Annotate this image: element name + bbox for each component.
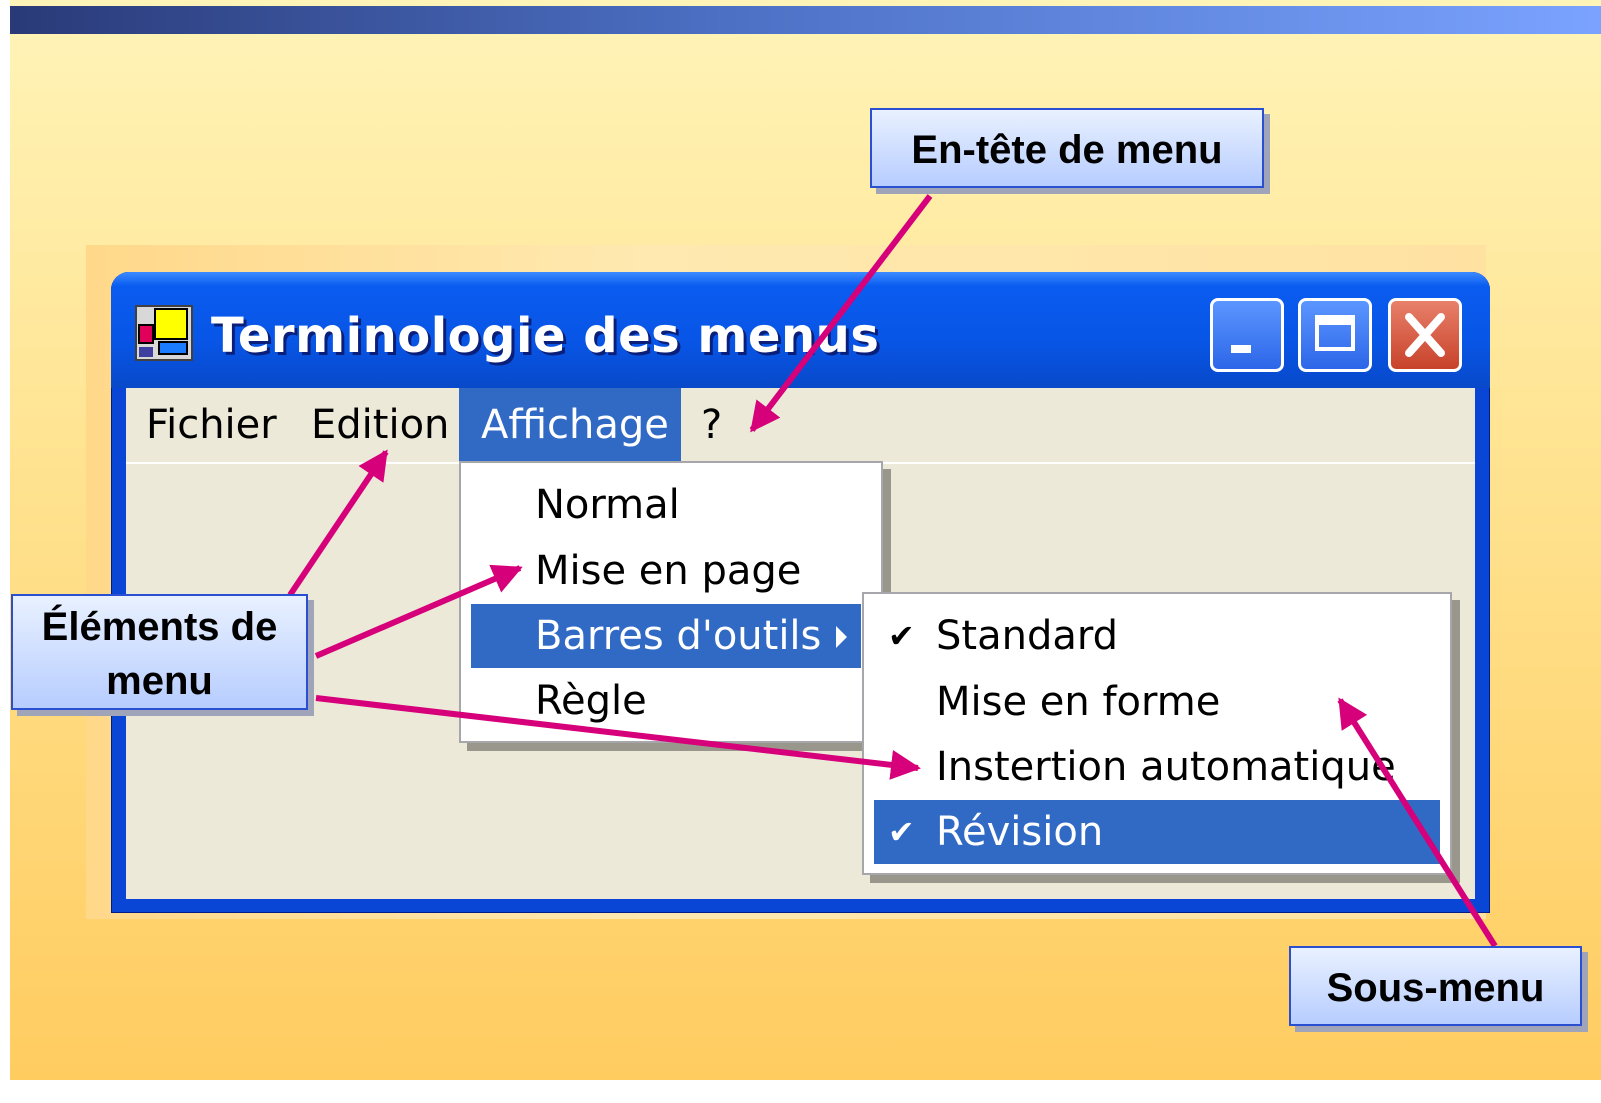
arrow-to-mise-en-page <box>314 564 523 659</box>
arrow-to-submenu <box>1337 697 1498 948</box>
annotation-arrows <box>287 194 1498 948</box>
callout-menu-header: En-tête de menu <box>870 108 1264 188</box>
callout-menu-header-text: En-tête de menu <box>911 128 1223 172</box>
arrow-to-insertion <box>315 695 921 780</box>
callout-submenu: Sous-menu <box>1289 946 1582 1026</box>
callout-menu-items-line2: menu <box>106 659 213 703</box>
callout-submenu-text: Sous-menu <box>1326 966 1545 1010</box>
arrow-to-menu-header <box>749 194 933 433</box>
arrow-to-edition <box>287 449 389 597</box>
callout-menu-items-line1: Éléments de <box>41 605 278 649</box>
callout-menu-items: Éléments de menu <box>11 594 308 710</box>
